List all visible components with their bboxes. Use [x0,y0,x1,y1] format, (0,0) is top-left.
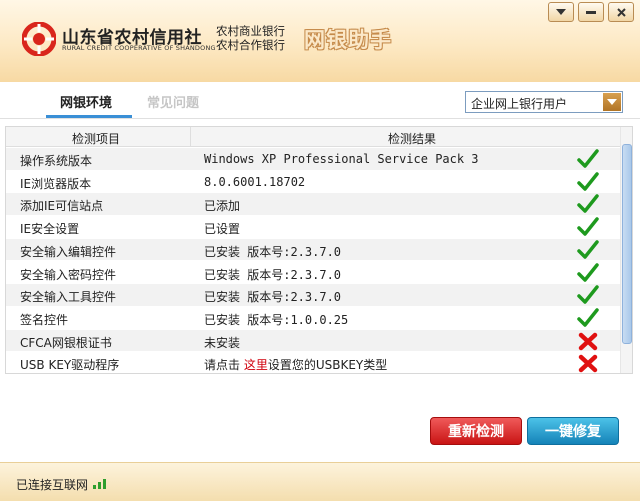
check-result: 已添加 [204,199,241,214]
check-item-label: IE安全设置 [20,222,80,237]
table-row: CFCA网银根证书 未安装 [6,329,620,353]
check-item-label: 安全输入工具控件 [20,290,117,305]
signal-bar [103,479,106,489]
tab-divider [0,118,640,119]
scroll-thumb[interactable] [622,144,632,344]
check-item-label: CFCA网银根证书 [20,335,112,350]
result-suffix: 设置您的USBKEY类型 [267,358,388,373]
tab-network-environment[interactable]: 网银环境 [60,92,112,111]
status-ok [577,308,599,329]
check-result: 已安装 版本号:2.3.7.0 [204,267,342,282]
check-item-label: USB KEY驱动程序 [20,358,120,373]
rural-credit-logo-icon [22,22,56,56]
status-ok [577,217,599,238]
status-ok [577,171,599,193]
cross-icon [578,332,598,350]
check-result: 请点击 这里设置您的USBKEY类型 [204,356,387,373]
minimize-button[interactable] [578,2,604,22]
signal-icon [93,478,106,489]
user-type-select[interactable]: 企业网上银行用户 [465,91,623,113]
minimize-icon [586,10,596,14]
signal-bar [93,485,96,489]
brand-name-en: RURAL CREDIT COOPERATIVE OF SHANDONG [62,44,216,52]
table-row: IE浏览器版本 8.0.6001.18702 [6,171,620,194]
check-result: 已安装 版本号:2.3.7.0 [204,244,342,259]
table-row: 添加IE可信站点 已添加 [6,193,620,217]
check-table: 检测项目 检测结果 操作系统版本 Windows XP Professional … [5,126,633,375]
close-icon [616,7,626,17]
select-arrow[interactable] [603,93,621,111]
check-item-label: 安全输入编辑控件 [20,244,117,259]
table-row: USB KEY驱动程序 请点击 这里设置您的USBKEY类型 [6,352,620,375]
cross-icon [578,355,598,373]
table-header: 检测项目 检测结果 [6,127,620,147]
dropdown-window-button[interactable] [548,2,574,22]
window-controls [548,2,634,22]
user-type-value: 企业网上银行用户 [471,97,568,111]
bank-type-2: 农村合作银行 [216,38,285,52]
table-row: IE安全设置 已设置 [6,216,620,239]
table-row: 安全输入编辑控件 已安装 版本号:2.3.7.0 [6,238,620,262]
status-ok [577,194,599,215]
check-item-label: IE浏览器版本 [20,176,92,191]
table-row: 操作系统版本 Windows XP Professional Service Pa… [6,148,620,171]
status-ok [577,240,599,261]
tab-faq[interactable]: 常见问题 [147,92,199,111]
check-item-label: 操作系统版本 [20,154,93,168]
check-item-label: 签名控件 [20,312,69,327]
table-scrollbar[interactable] [620,127,632,373]
check-icon [577,308,599,327]
check-result: 未安装 [204,335,241,350]
recheck-button[interactable]: 重新检测 [430,417,522,445]
check-icon [577,285,599,304]
check-icon [577,149,599,168]
table-row: 安全输入密码控件 已安装 版本号:2.3.7.0 [6,262,620,285]
connection-status: 已连接互联网 [16,478,89,492]
check-item-label: 添加IE可信站点 [20,199,104,214]
header: 山东省农村信用社 RURAL CREDIT COOPERATIVE OF SHA… [0,0,640,82]
close-button[interactable] [608,2,634,22]
usbkey-setup-link[interactable]: 这里 [244,358,268,372]
check-icon [577,262,599,282]
status-fail [577,331,599,352]
status-ok [577,262,599,284]
column-divider [190,127,191,147]
table-row: 签名控件 已安装 版本号:1.0.0.25 [6,307,620,330]
check-result: 已安装 版本号:2.3.7.0 [204,290,342,305]
bank-type-1: 农村商业银行 [216,24,285,38]
check-item-label: 安全输入密码控件 [20,267,117,282]
status-ok [577,149,599,170]
check-result: 已设置 [204,222,241,237]
table-row: 安全输入工具控件 已安装 版本号:2.3.7.0 [6,284,620,307]
chevron-down-icon [556,9,566,15]
status-fail [577,353,599,374]
check-icon [577,171,599,191]
signal-bar [98,482,101,489]
check-icon [577,194,599,214]
column-header-result: 检测结果 [388,132,437,146]
status-ok [577,285,599,306]
chevron-down-icon [607,99,617,105]
check-result: 已安装 版本号:1.0.0.25 [204,312,349,327]
check-icon [577,240,599,259]
column-header-item: 检测项目 [72,132,121,146]
status-bar: 已连接互联网 [0,462,640,501]
check-result: 8.0.6001.18702 [204,174,306,189]
result-prefix: 请点击 [204,358,244,373]
app-title: 网银助手 [304,28,392,52]
one-click-repair-button[interactable]: 一键修复 [527,417,619,445]
check-result: Windows XP Professional Service Pack 3 [204,152,479,166]
bank-types: 农村商业银行 农村合作银行 [216,24,285,52]
check-icon [577,217,599,236]
